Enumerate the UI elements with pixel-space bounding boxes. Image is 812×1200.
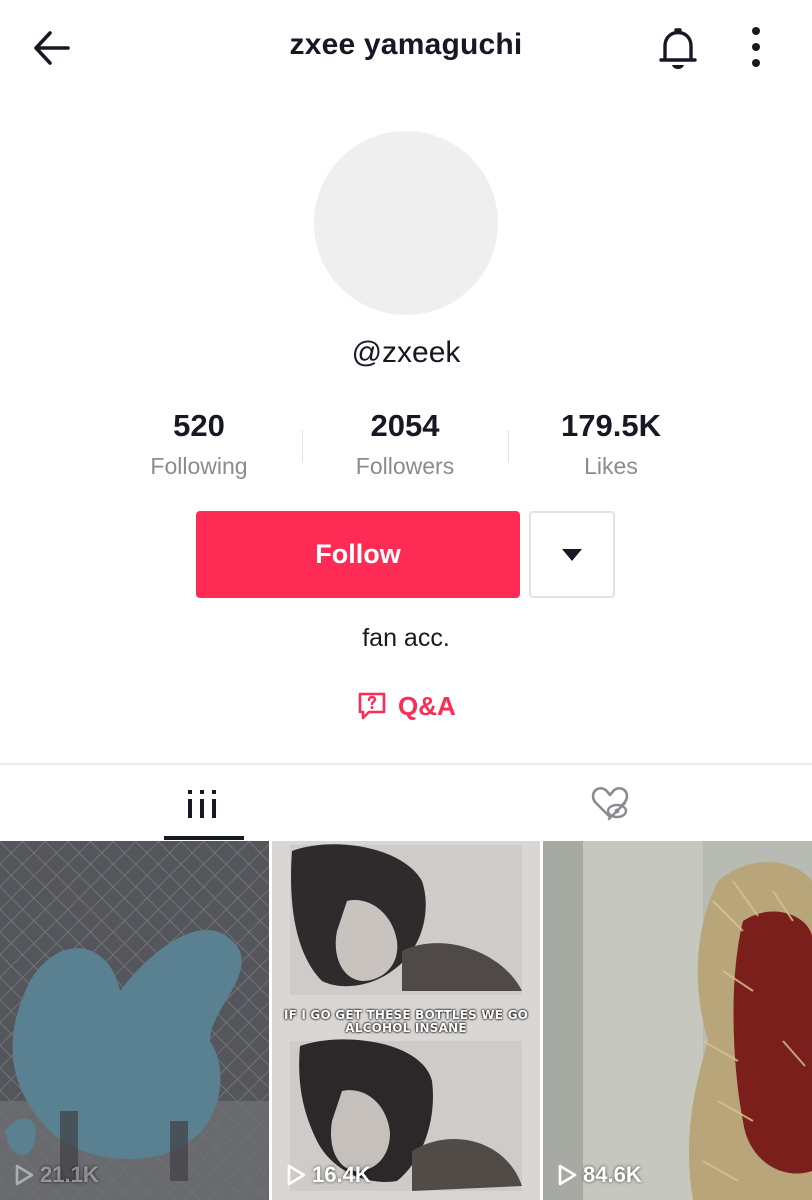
tab-videos[interactable]	[0, 766, 406, 840]
stat-followers[interactable]: 2054 Followers	[302, 404, 508, 482]
arrow-left-icon	[34, 31, 70, 65]
video-thumbnail[interactable]: IF I GO GET THESE BOTTLES WE GO ALCOHOL …	[272, 841, 540, 1200]
avatar[interactable]	[314, 131, 498, 315]
video-thumbnail-image	[543, 841, 812, 1200]
view-count-text: 16.4K	[312, 1162, 371, 1187]
play-icon	[558, 1164, 577, 1186]
notifications-button[interactable]	[652, 22, 704, 74]
bio-text: fan acc.	[362, 624, 450, 652]
play-icon	[15, 1164, 34, 1186]
stat-following-label: Following	[150, 453, 248, 479]
qa-link[interactable]: Q&A	[356, 688, 456, 724]
qa-label: Q&A	[398, 690, 456, 721]
view-count-text: 21.1K	[40, 1162, 99, 1187]
video-grid: 21.1K IF I GO GET THESE BOTTLES WE GO AL…	[0, 841, 812, 1200]
video-thumbnail[interactable]: 84.6K	[543, 841, 812, 1200]
view-count: 21.1K	[14, 1162, 99, 1188]
heart-hidden-icon	[591, 786, 629, 821]
suggested-accounts-button[interactable]	[529, 511, 615, 598]
more-vertical-icon	[752, 27, 760, 67]
stat-followers-value: 2054	[370, 408, 440, 443]
stat-likes: 179.5K Likes	[508, 404, 714, 482]
view-count: 16.4K	[286, 1162, 371, 1188]
stat-following-value: 520	[173, 408, 225, 443]
stat-likes-label: Likes	[584, 453, 638, 479]
view-count-text: 84.6K	[583, 1162, 642, 1187]
stat-following[interactable]: 520 Following	[96, 404, 302, 482]
back-button[interactable]	[28, 24, 76, 72]
stat-followers-label: Followers	[355, 453, 455, 479]
top-bar: zxee yamaguchi	[0, 0, 812, 96]
view-count: 84.6K	[557, 1162, 642, 1188]
play-icon	[287, 1164, 306, 1186]
more-options-button[interactable]	[736, 22, 776, 74]
stat-likes-value: 179.5K	[561, 408, 661, 443]
profile-page: zxee yamaguchi @zxeek 520 Following 2054…	[0, 0, 812, 1200]
username: @zxeek	[351, 336, 461, 369]
video-thumbnail-image	[0, 841, 269, 1200]
follow-button[interactable]: Follow	[196, 511, 520, 598]
active-tab-indicator	[164, 836, 244, 840]
video-caption-overlay: IF I GO GET THESE BOTTLES WE GO ALCOHOL …	[283, 1008, 529, 1035]
question-bubble-icon	[358, 692, 386, 720]
tab-bar-divider	[0, 763, 812, 765]
caret-down-icon	[562, 548, 582, 561]
tab-liked-videos[interactable]	[406, 766, 812, 840]
video-thumbnail[interactable]: 21.1K	[0, 841, 269, 1200]
bell-icon	[659, 28, 697, 69]
grid-icon	[188, 790, 216, 818]
